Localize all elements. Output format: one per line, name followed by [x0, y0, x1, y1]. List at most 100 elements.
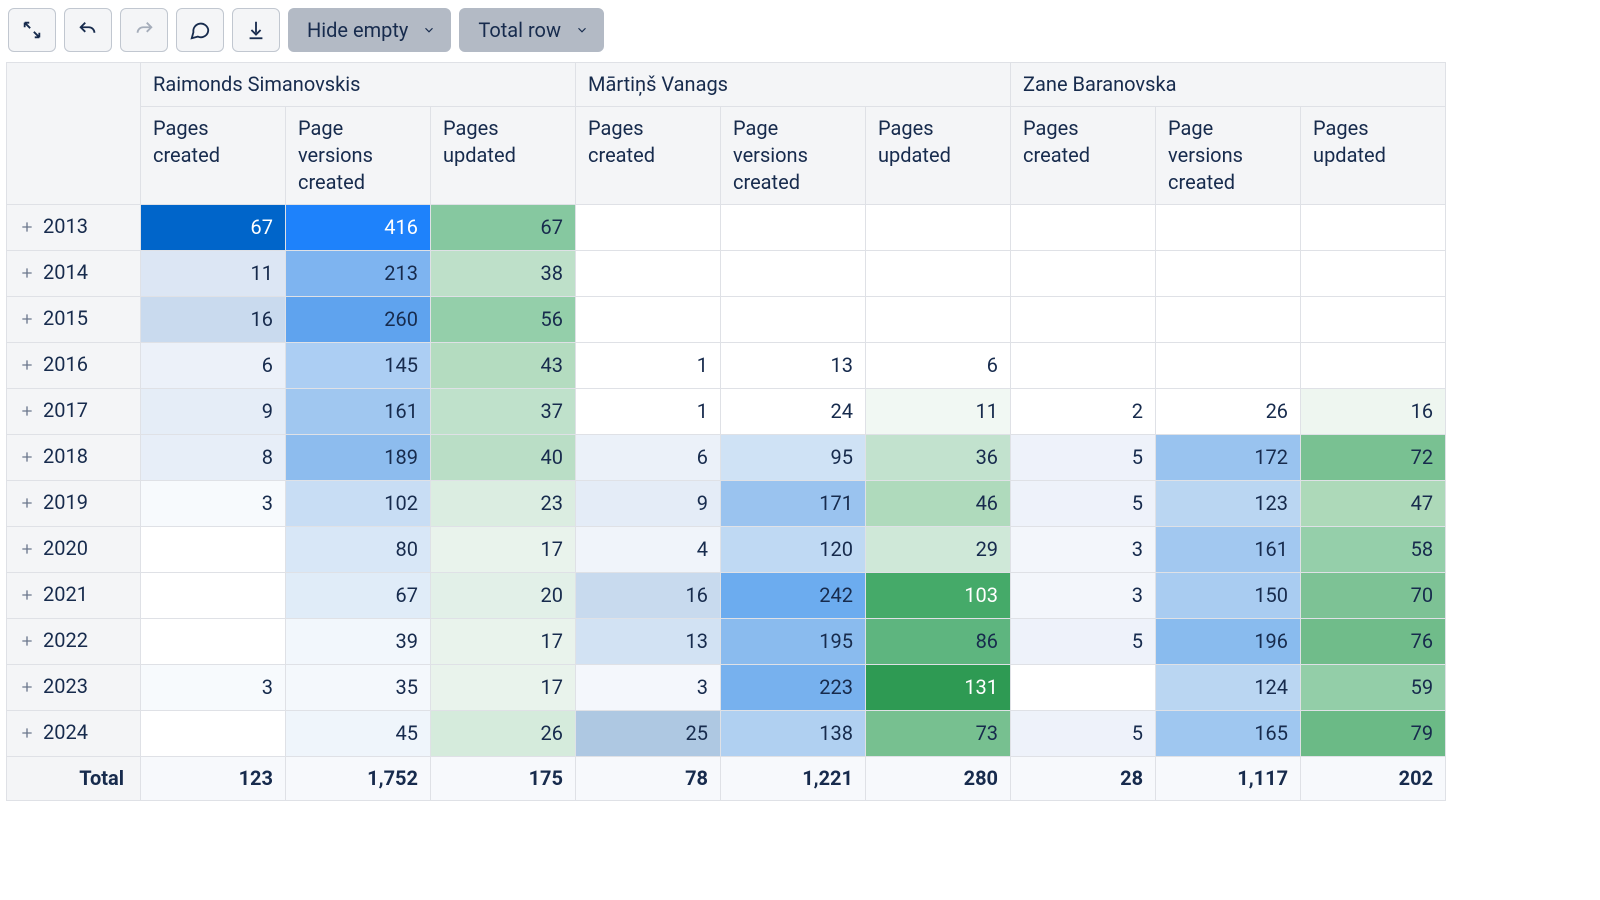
col-metric[interactable]: Pages created	[1011, 107, 1156, 205]
undo-button[interactable]	[64, 8, 112, 52]
data-cell[interactable]: 45	[286, 711, 431, 757]
data-cell[interactable]	[141, 527, 286, 573]
data-cell[interactable]: 196	[1156, 619, 1301, 665]
col-person-0[interactable]: Raimonds Simanovskis	[141, 63, 576, 107]
row-header-year[interactable]: 2024	[7, 711, 141, 757]
data-cell[interactable]: 5	[1011, 435, 1156, 481]
data-cell[interactable]: 150	[1156, 573, 1301, 619]
data-cell[interactable]: 5	[1011, 619, 1156, 665]
data-cell[interactable]	[866, 251, 1011, 297]
data-cell[interactable]	[1301, 251, 1446, 297]
data-cell[interactable]: 36	[866, 435, 1011, 481]
data-cell[interactable]: 24	[721, 389, 866, 435]
data-cell[interactable]: 6	[576, 435, 721, 481]
data-cell[interactable]: 20	[431, 573, 576, 619]
data-cell[interactable]	[1301, 343, 1446, 389]
data-cell[interactable]	[1301, 297, 1446, 343]
data-cell[interactable]: 161	[286, 389, 431, 435]
data-cell[interactable]: 102	[286, 481, 431, 527]
data-cell[interactable]: 9	[141, 389, 286, 435]
data-cell[interactable]	[1156, 343, 1301, 389]
row-header-year[interactable]: 2020	[7, 527, 141, 573]
data-cell[interactable]: 5	[1011, 481, 1156, 527]
data-cell[interactable]	[866, 297, 1011, 343]
data-cell[interactable]: 16	[576, 573, 721, 619]
col-metric[interactable]: Pages created	[576, 107, 721, 205]
data-cell[interactable]: 9	[576, 481, 721, 527]
data-cell[interactable]: 189	[286, 435, 431, 481]
data-cell[interactable]	[576, 251, 721, 297]
row-header-year[interactable]: 2022	[7, 619, 141, 665]
data-cell[interactable]: 165	[1156, 711, 1301, 757]
data-cell[interactable]: 43	[431, 343, 576, 389]
data-cell[interactable]: 103	[866, 573, 1011, 619]
data-cell[interactable]: 172	[1156, 435, 1301, 481]
data-cell[interactable]: 67	[431, 205, 576, 251]
data-cell[interactable]: 5	[1011, 711, 1156, 757]
col-metric[interactable]: Pages updated	[1301, 107, 1446, 205]
data-cell[interactable]: 56	[431, 297, 576, 343]
data-cell[interactable]: 161	[1156, 527, 1301, 573]
data-cell[interactable]: 8	[141, 435, 286, 481]
data-cell[interactable]: 131	[866, 665, 1011, 711]
data-cell[interactable]: 29	[866, 527, 1011, 573]
data-cell[interactable]: 16	[1301, 389, 1446, 435]
data-cell[interactable]: 79	[1301, 711, 1446, 757]
data-cell[interactable]	[1011, 343, 1156, 389]
data-cell[interactable]: 76	[1301, 619, 1446, 665]
col-person-1[interactable]: Mārtiņš Vanags	[576, 63, 1011, 107]
data-cell[interactable]: 80	[286, 527, 431, 573]
data-cell[interactable]: 3	[576, 665, 721, 711]
row-header-year[interactable]: 2023	[7, 665, 141, 711]
data-cell[interactable]: 26	[1156, 389, 1301, 435]
data-cell[interactable]	[1156, 205, 1301, 251]
redo-button[interactable]	[120, 8, 168, 52]
data-cell[interactable]: 123	[1156, 481, 1301, 527]
data-cell[interactable]	[141, 573, 286, 619]
expand-button[interactable]	[8, 8, 56, 52]
data-cell[interactable]: 72	[1301, 435, 1446, 481]
data-cell[interactable]: 46	[866, 481, 1011, 527]
data-cell[interactable]: 120	[721, 527, 866, 573]
data-cell[interactable]: 17	[431, 527, 576, 573]
row-header-year[interactable]: 2018	[7, 435, 141, 481]
data-cell[interactable]: 3	[141, 481, 286, 527]
row-header-year[interactable]: 2016	[7, 343, 141, 389]
data-cell[interactable]: 3	[141, 665, 286, 711]
data-cell[interactable]	[141, 619, 286, 665]
export-button[interactable]	[232, 8, 280, 52]
data-cell[interactable]	[1011, 205, 1156, 251]
data-cell[interactable]: 3	[1011, 527, 1156, 573]
data-cell[interactable]: 138	[721, 711, 866, 757]
data-cell[interactable]: 16	[141, 297, 286, 343]
data-cell[interactable]: 1	[576, 343, 721, 389]
data-cell[interactable]	[866, 205, 1011, 251]
data-cell[interactable]: 23	[431, 481, 576, 527]
col-metric[interactable]: Page versions created	[1156, 107, 1301, 205]
data-cell[interactable]: 171	[721, 481, 866, 527]
data-cell[interactable]	[1011, 297, 1156, 343]
data-cell[interactable]: 67	[141, 205, 286, 251]
data-cell[interactable]	[576, 205, 721, 251]
data-cell[interactable]: 1	[576, 389, 721, 435]
data-cell[interactable]: 67	[286, 573, 431, 619]
data-cell[interactable]: 3	[1011, 573, 1156, 619]
data-cell[interactable]: 6	[141, 343, 286, 389]
row-header-year[interactable]: 2015	[7, 297, 141, 343]
data-cell[interactable]	[576, 297, 721, 343]
data-cell[interactable]: 145	[286, 343, 431, 389]
data-cell[interactable]: 213	[286, 251, 431, 297]
data-cell[interactable]: 86	[866, 619, 1011, 665]
data-cell[interactable]: 13	[721, 343, 866, 389]
total-row-dropdown[interactable]: Total row	[459, 8, 604, 52]
data-cell[interactable]: 35	[286, 665, 431, 711]
col-person-2[interactable]: Zane Baranovska	[1011, 63, 1446, 107]
row-header-year[interactable]: 2013	[7, 205, 141, 251]
data-cell[interactable]	[721, 251, 866, 297]
col-metric[interactable]: Pages updated	[431, 107, 576, 205]
row-header-year[interactable]: 2021	[7, 573, 141, 619]
data-cell[interactable]: 73	[866, 711, 1011, 757]
data-cell[interactable]	[141, 711, 286, 757]
data-cell[interactable]	[721, 205, 866, 251]
data-cell[interactable]: 47	[1301, 481, 1446, 527]
